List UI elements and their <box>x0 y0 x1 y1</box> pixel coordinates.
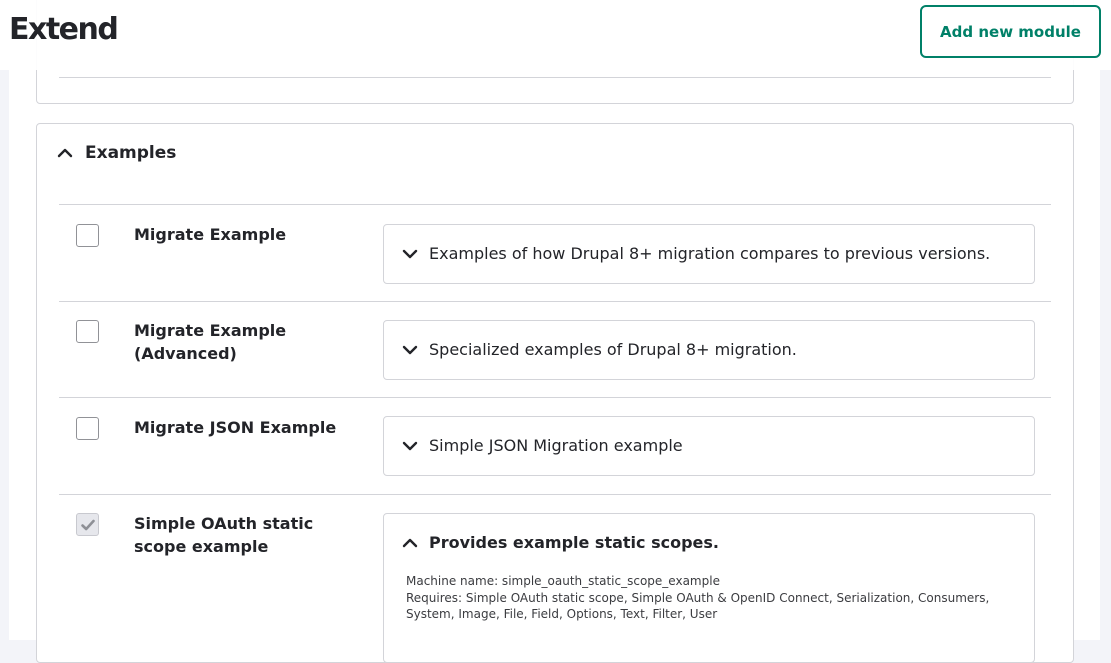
chevron-up-icon <box>57 148 73 158</box>
examples-fieldset: Examples Migrate Example Examples of how… <box>36 123 1074 663</box>
module-row-migrate-json-example: Migrate JSON Example Simple JSON Migrati… <box>59 398 1051 495</box>
module-row-migrate-example-advanced: Migrate Example (Advanced) Specialized e… <box>59 302 1051 398</box>
add-new-module-button[interactable]: Add new module <box>920 5 1101 58</box>
module-description-toggle[interactable]: Simple JSON Migration example <box>402 436 683 455</box>
module-details: Machine name: simple_oauth_static_scope_… <box>406 573 1018 623</box>
sticky-header: Extend Add new module <box>0 0 1111 70</box>
module-description-toggle[interactable]: Examples of how Drupal 8+ migration comp… <box>402 244 990 263</box>
module-checkbox-migrate-example[interactable] <box>76 224 99 247</box>
module-name: Migrate Example (Advanced) <box>134 321 287 363</box>
page-title: Extend <box>9 12 119 47</box>
module-checkbox-migrate-example-advanced[interactable] <box>76 320 99 343</box>
module-description-text: Specialized examples of Drupal 8+ migrat… <box>429 340 797 359</box>
examples-legend-label: Examples <box>85 143 177 163</box>
module-row-migrate-example: Migrate Example Examples of how Drupal 8… <box>59 205 1051 302</box>
examples-group-toggle[interactable]: Examples <box>57 143 176 163</box>
module-name: Migrate Example <box>134 225 287 244</box>
module-description-box: Specialized examples of Drupal 8+ migrat… <box>383 320 1035 380</box>
chevron-down-icon <box>402 441 418 450</box>
module-description-box: Simple JSON Migration example <box>383 416 1035 476</box>
requires-text: Requires: Simple OAuth static scope, Sim… <box>406 590 990 622</box>
checkmark-icon <box>81 519 95 531</box>
module-description-toggle[interactable]: Specialized examples of Drupal 8+ migrat… <box>402 340 797 359</box>
module-description-toggle[interactable]: Provides example static scopes. <box>402 533 719 552</box>
module-description-text: Provides example static scopes. <box>429 533 719 552</box>
chevron-down-icon <box>402 249 418 258</box>
module-checkbox-migrate-json-example[interactable] <box>76 417 99 440</box>
chevron-up-icon <box>402 538 418 547</box>
module-name: Migrate JSON Example <box>134 418 337 437</box>
module-list-panel: Examples Migrate Example Examples of how… <box>9 0 1100 663</box>
module-name: Simple OAuth static scope example <box>134 514 314 556</box>
module-row-simple-oauth-static-scope-example: Simple OAuth static scope example Provid… <box>59 495 1051 663</box>
module-description-text: Simple JSON Migration example <box>429 436 683 455</box>
module-checkbox-simple-oauth-static-scope-example[interactable] <box>76 513 99 536</box>
divider <box>59 77 1051 78</box>
module-description-box: Provides example static scopes. Machine … <box>383 513 1035 663</box>
module-description-box: Examples of how Drupal 8+ migration comp… <box>383 224 1035 284</box>
chevron-down-icon <box>402 345 418 354</box>
module-description-text: Examples of how Drupal 8+ migration comp… <box>429 244 991 263</box>
machine-name-text: Machine name: simple_oauth_static_scope_… <box>406 574 720 588</box>
